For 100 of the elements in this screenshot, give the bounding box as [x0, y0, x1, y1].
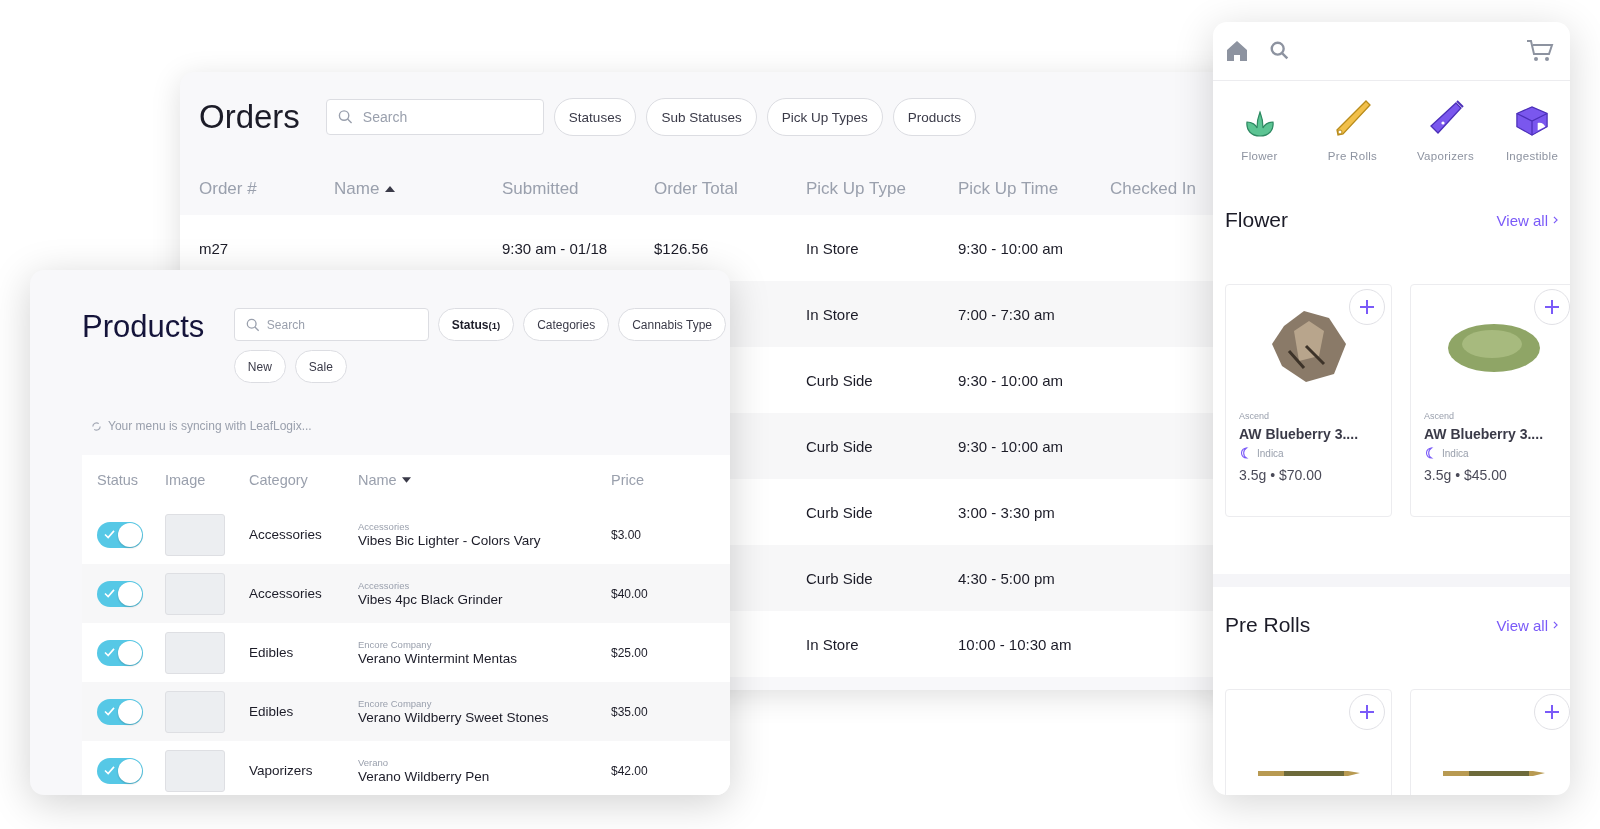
- category-item[interactable]: Flower: [1213, 81, 1306, 182]
- category-item[interactable]: Ingestible: [1492, 81, 1570, 182]
- product-row[interactable]: Accessories Accessories Vibes 4pc Black Grinder $40.00: [82, 564, 730, 623]
- plus-icon: [1359, 704, 1375, 720]
- product-name: Verano Wildberry Sweet Stones: [358, 710, 550, 725]
- photo-placeholder: [165, 631, 225, 674]
- table-cell: 9:30 am - 01/18: [502, 239, 608, 257]
- product-card[interactable]: Ascend AW Blueberry 3.... Indica 3.5g • $45.00: [1410, 284, 1570, 517]
- product-name: Vibes 4pc Black Grinder: [358, 592, 504, 607]
- cart-icon[interactable]: [1526, 39, 1554, 63]
- page-title: Products: [82, 308, 206, 346]
- check-icon: [104, 588, 115, 598]
- product-name: Verano Wintermint Mentas: [358, 651, 519, 666]
- table-cell: Curb Side: [806, 437, 873, 455]
- table-cell: $25.00: [611, 646, 648, 660]
- column-header[interactable]: Name: [334, 179, 380, 199]
- photo-placeholder: [165, 513, 225, 556]
- section-title: Pre Rolls: [1225, 613, 1311, 637]
- product-card[interactable]: [1225, 689, 1392, 795]
- photo-placeholder: [165, 749, 225, 792]
- leaf-icon: [1243, 110, 1276, 138]
- column-header[interactable]: Category: [249, 472, 308, 488]
- table-cell: Edibles: [249, 704, 294, 719]
- column-header[interactable]: Order Total: [654, 179, 738, 199]
- table-cell: Accessories: [249, 586, 322, 601]
- brand-label: Encore Company: [358, 639, 433, 650]
- search-field[interactable]: Search: [233, 308, 429, 341]
- brand-label: Encore Company: [358, 698, 433, 709]
- brand-label: Verano: [358, 757, 390, 768]
- brand-label: Accessories: [358, 521, 411, 532]
- column-header[interactable]: Pick Up Time: [958, 179, 1059, 199]
- table-cell: $40.00: [611, 587, 648, 601]
- table-cell: $35.00: [611, 705, 648, 719]
- category-item[interactable]: Vaporizers: [1399, 81, 1492, 182]
- table-cell: In Store: [806, 635, 859, 653]
- filter-chip[interactable]: Categories: [523, 308, 610, 341]
- column-header[interactable]: Name: [358, 472, 397, 488]
- table-cell: 3:00 - 3:30 pm: [958, 503, 1055, 521]
- status-toggle[interactable]: [97, 521, 143, 548]
- status-toggle[interactable]: [97, 639, 143, 666]
- status-toggle[interactable]: [97, 698, 143, 725]
- check-icon: [104, 706, 115, 716]
- home-icon[interactable]: [1225, 39, 1249, 63]
- filter-chip[interactable]: Statuses: [553, 98, 637, 136]
- plus-icon: [1544, 704, 1560, 720]
- filter-chip[interactable]: Products: [892, 98, 977, 136]
- add-button[interactable]: [1534, 289, 1570, 325]
- page-title: Orders: [199, 99, 300, 135]
- search-icon: [337, 109, 353, 125]
- moon-icon: [1424, 447, 1434, 459]
- column-header[interactable]: Image: [165, 472, 206, 488]
- add-button[interactable]: [1349, 289, 1385, 325]
- plus-icon: [1544, 299, 1560, 315]
- view-all-link[interactable]: View all: [1496, 211, 1558, 229]
- column-header[interactable]: Submitted: [502, 179, 579, 199]
- filter-chip[interactable]: New: [233, 350, 286, 383]
- table-cell: 9:30 - 10:00 am: [958, 371, 1064, 389]
- table-cell: Edibles: [249, 645, 294, 660]
- sync-message: Your menu is syncing with LeafLogix...: [108, 419, 312, 433]
- table-cell: 10:00 - 10:30 am: [958, 635, 1072, 653]
- column-header[interactable]: Status: [97, 472, 139, 488]
- table-cell: Curb Side: [806, 569, 873, 587]
- photo-placeholder: [165, 690, 225, 733]
- photo-placeholder: [165, 572, 225, 615]
- table-cell: $126.56: [654, 239, 709, 257]
- cube-icon: [1513, 104, 1551, 138]
- column-header[interactable]: Checked In: [1110, 179, 1196, 199]
- moon-icon: [1239, 447, 1249, 459]
- table-cell: 9:30 - 10:00 am: [958, 239, 1064, 257]
- check-icon: [104, 647, 115, 657]
- chevron-icon: [1553, 216, 1558, 224]
- filter-chip[interactable]: Sale: [294, 350, 347, 383]
- column-header[interactable]: Pick Up Type: [806, 179, 906, 199]
- column-header[interactable]: Price: [611, 472, 645, 488]
- brand-label: Ascend: [1424, 411, 1456, 421]
- column-header[interactable]: Order #: [199, 179, 257, 199]
- table-cell: In Store: [806, 239, 859, 257]
- strain-label: Indica: [1257, 447, 1284, 459]
- table-cell: Curb Side: [806, 503, 873, 521]
- add-button[interactable]: [1349, 694, 1385, 730]
- product-name: AW Blueberry 3....: [1424, 426, 1545, 442]
- view-all-link[interactable]: View all: [1496, 616, 1558, 634]
- table-cell: 4:30 - 5:00 pm: [958, 569, 1055, 587]
- filter-chip[interactable]: Status(1): [437, 308, 515, 341]
- status-toggle[interactable]: [97, 580, 143, 607]
- add-button[interactable]: [1534, 694, 1570, 730]
- product-card[interactable]: Ascend AW Blueberry 3.... Indica 3.5g • $70.00: [1225, 284, 1392, 517]
- table-cell: m27: [199, 239, 229, 257]
- brand-label: Ascend: [1239, 411, 1271, 421]
- product-row[interactable]: Edibles Encore Company Verano Wildberry Sweet Stones $35.00: [82, 682, 730, 741]
- check-icon: [104, 765, 115, 775]
- search-icon[interactable]: [1269, 40, 1291, 62]
- filter-chip[interactable]: Sub Statuses: [646, 98, 757, 136]
- filter-chip[interactable]: Pick Up Types: [766, 98, 883, 136]
- product-card[interactable]: [1410, 689, 1570, 795]
- search-field[interactable]: Search: [325, 99, 544, 135]
- category-item[interactable]: Pre Rolls: [1306, 81, 1399, 182]
- table-cell: $42.00: [611, 764, 648, 778]
- status-toggle[interactable]: [97, 757, 143, 784]
- filter-chip[interactable]: Cannabis Type: [618, 308, 726, 341]
